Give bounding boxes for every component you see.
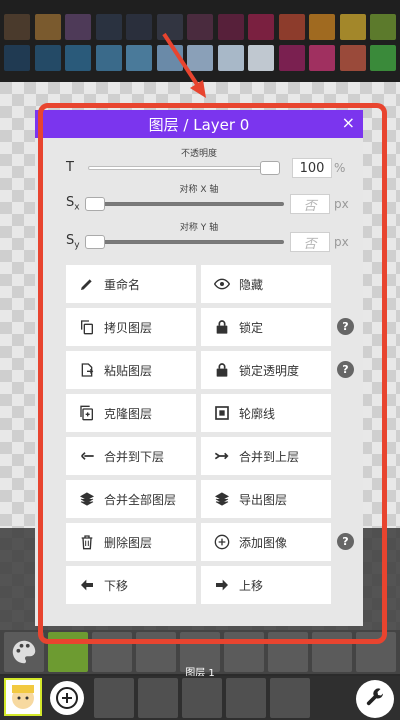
color-swatch[interactable] — [65, 14, 91, 40]
color-swatch[interactable] — [370, 45, 396, 71]
layer-thumbnail[interactable] — [4, 678, 42, 716]
color-swatch[interactable] — [126, 45, 152, 71]
color-swatch[interactable] — [217, 45, 244, 71]
color-swatch[interactable] — [156, 45, 183, 71]
plus-circle-icon — [56, 687, 78, 709]
layer-slot[interactable] — [226, 678, 266, 718]
color-swatch[interactable] — [4, 45, 30, 71]
color-swatch[interactable] — [217, 14, 244, 40]
color-swatch[interactable] — [34, 45, 61, 71]
palette-icon — [12, 640, 36, 664]
color-swatch[interactable] — [370, 14, 396, 40]
settings-button[interactable] — [356, 680, 394, 718]
highlight-frame — [38, 103, 387, 644]
layer-slot[interactable] — [94, 678, 134, 718]
layer-slot[interactable] — [138, 678, 178, 718]
add-layer-button[interactable] — [50, 681, 84, 715]
color-swatch[interactable] — [309, 45, 335, 71]
color-swatch[interactable] — [309, 14, 335, 40]
color-palette — [0, 0, 400, 82]
color-swatch[interactable] — [95, 14, 122, 40]
layer-slot[interactable] — [270, 678, 310, 718]
color-swatch[interactable] — [339, 14, 366, 40]
color-swatch[interactable] — [339, 45, 366, 71]
avatar — [12, 685, 34, 709]
color-swatch[interactable] — [126, 14, 152, 40]
color-swatch[interactable] — [278, 14, 305, 40]
color-swatch[interactable] — [248, 45, 274, 71]
color-swatch[interactable] — [34, 14, 61, 40]
color-swatch[interactable] — [187, 45, 213, 71]
color-swatch[interactable] — [248, 14, 274, 40]
wrench-icon — [366, 688, 383, 706]
layer-slot[interactable] — [182, 678, 222, 718]
color-swatch[interactable] — [65, 45, 91, 71]
color-swatch[interactable] — [278, 45, 305, 71]
color-swatch[interactable] — [156, 14, 183, 40]
color-swatch[interactable] — [187, 14, 213, 40]
color-swatch[interactable] — [4, 14, 30, 40]
color-swatch[interactable] — [95, 45, 122, 71]
